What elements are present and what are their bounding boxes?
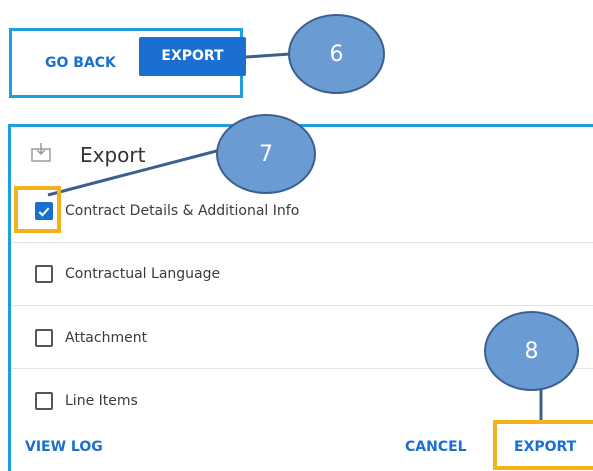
callout-8: 8 [484, 311, 579, 391]
option-label: Attachment [65, 330, 148, 346]
option-row-contractual-language[interactable]: Contractual Language [11, 243, 593, 306]
export-icon [31, 143, 51, 162]
view-log-link[interactable]: VIEW LOG [25, 437, 103, 457]
callout-7: 7 [216, 114, 316, 194]
export-highlight [493, 420, 593, 470]
checkbox[interactable] [35, 329, 53, 347]
cancel-button[interactable]: CANCEL [405, 437, 467, 457]
option-row-contract-details[interactable]: Contract Details & Additional Info [11, 180, 593, 243]
option-label: Contract Details & Additional Info [65, 203, 300, 219]
checkbox-highlight [14, 186, 61, 233]
checkbox[interactable] [35, 265, 53, 283]
option-label: Contractual Language [65, 266, 221, 282]
callout-6: 6 [288, 14, 385, 94]
export-button[interactable]: EXPORT [139, 37, 246, 76]
dialog-title: Export [80, 143, 146, 167]
option-label: Line Items [65, 393, 138, 409]
go-back-button[interactable]: GO BACK [45, 49, 116, 77]
checkbox[interactable] [35, 392, 53, 410]
